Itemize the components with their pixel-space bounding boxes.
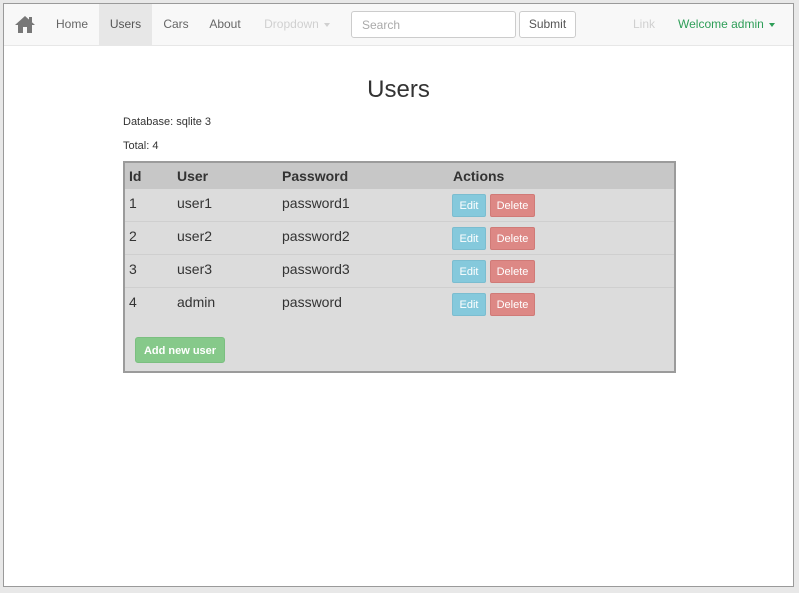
nav-users[interactable]: Users xyxy=(99,4,152,45)
cell-id: 1 xyxy=(129,195,137,211)
header-user: User xyxy=(177,168,209,184)
cell-user: user3 xyxy=(177,261,213,277)
cell-user: admin xyxy=(177,294,216,310)
table-header: Id User Password Actions xyxy=(125,163,674,189)
cell-password: password3 xyxy=(282,261,350,277)
page-title: Users xyxy=(367,76,430,103)
table-row: 1 user1 password1 Edit Delete xyxy=(125,189,674,222)
header-actions: Actions xyxy=(453,168,505,184)
cell-password: password1 xyxy=(282,195,350,211)
table-row: 2 user2 password2 Edit Delete xyxy=(125,222,674,255)
cell-user: user2 xyxy=(177,228,213,244)
welcome-label: Welcome admin xyxy=(678,17,764,31)
cell-user: user1 xyxy=(177,195,213,211)
cell-id: 2 xyxy=(129,228,137,244)
nav-home[interactable]: Home xyxy=(46,4,98,45)
nav-cars[interactable]: Cars xyxy=(154,4,198,45)
cell-password: password2 xyxy=(282,228,350,244)
delete-button[interactable]: Delete xyxy=(490,293,535,316)
caret-down-icon xyxy=(323,22,330,27)
edit-button[interactable]: Edit xyxy=(452,260,486,283)
edit-button[interactable]: Edit xyxy=(452,227,486,250)
nav-link: Link xyxy=(632,17,655,31)
edit-button[interactable]: Edit xyxy=(452,194,486,217)
navbar: Home Users Cars About Dropdown Submit Li… xyxy=(4,4,793,46)
cell-id: 3 xyxy=(129,261,137,277)
cell-password: password xyxy=(282,294,342,310)
nav-dropdown: Dropdown xyxy=(260,4,334,45)
home-icon[interactable] xyxy=(14,14,36,34)
cell-id: 4 xyxy=(129,294,137,310)
caret-down-icon xyxy=(768,22,775,27)
user-menu[interactable]: Welcome admin xyxy=(678,4,775,45)
delete-button[interactable]: Delete xyxy=(490,227,535,250)
database-info: Database: sqlite 3 xyxy=(123,116,212,128)
edit-button[interactable]: Edit xyxy=(452,293,486,316)
table-row: 3 user3 password3 Edit Delete xyxy=(125,255,674,288)
delete-button[interactable]: Delete xyxy=(490,260,535,283)
header-id: Id xyxy=(129,168,142,184)
add-user-button[interactable]: Add new user xyxy=(135,337,225,363)
nav-about[interactable]: About xyxy=(202,4,248,45)
table-row: 4 admin password Edit Delete xyxy=(125,288,674,321)
users-table: Id User Password Actions 1 user1 passwor… xyxy=(123,161,676,373)
browser-viewport: Home Users Cars About Dropdown Submit Li… xyxy=(3,3,794,587)
nav-dropdown-label: Dropdown xyxy=(264,17,319,31)
submit-button[interactable]: Submit xyxy=(519,11,576,38)
header-password: Password xyxy=(282,168,349,184)
search-input[interactable] xyxy=(351,11,516,38)
total-count: Total: 4 xyxy=(123,140,159,152)
delete-button[interactable]: Delete xyxy=(490,194,535,217)
